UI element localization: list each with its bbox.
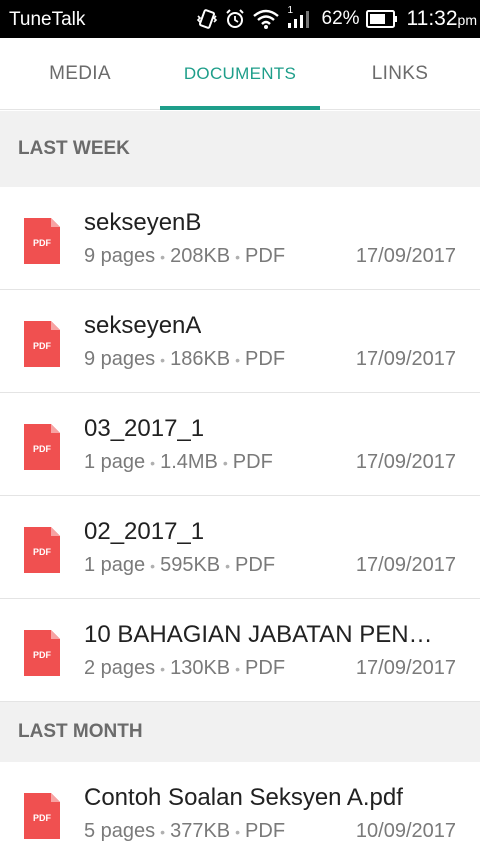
file-date: 17/09/2017 xyxy=(355,451,456,473)
list-item[interactable]: PDF Contoh Soalan Seksyen A.pdf 5 pages •… xyxy=(0,762,480,854)
file-type: PDF xyxy=(245,820,286,842)
status-icons: 1 62% 11:32pm xyxy=(196,0,480,38)
file-date: 17/09/2017 xyxy=(355,657,456,679)
pdf-icon-label: PDF xyxy=(33,813,52,823)
file-date: 17/09/2017 xyxy=(355,554,456,576)
battery-icon xyxy=(365,10,398,28)
tab-links[interactable]: LINKS xyxy=(320,38,480,109)
file-size: 377KB xyxy=(170,820,231,842)
page-count: 1 page xyxy=(84,451,146,473)
list-item[interactable]: PDF sekseyenB 9 pages • 208KB • PDF 17/09/20… xyxy=(0,187,480,290)
file-meta: 2 pages • 130KB • PDF xyxy=(84,657,286,679)
wifi-icon xyxy=(252,8,280,30)
pdf-icon-label: PDF xyxy=(33,444,52,454)
file-name: 02_2017_1 xyxy=(84,518,205,545)
signal-icon: 1 xyxy=(286,5,310,30)
file-type: PDF xyxy=(232,451,273,473)
clock-time: 11:32 xyxy=(406,7,458,30)
file-type: PDF xyxy=(245,348,286,370)
battery-percent: 62% xyxy=(321,8,360,29)
page-count: 1 page xyxy=(84,554,146,576)
file-meta: 1 page • 1.4MB • PDF xyxy=(84,451,273,473)
page-count: 2 pages xyxy=(84,657,156,679)
file-date: 10/09/2017 xyxy=(355,820,456,842)
file-meta: 1 page • 595KB • PDF xyxy=(84,554,276,576)
pdf-file-icon: PDF xyxy=(24,793,60,839)
clock-ampm: pm xyxy=(457,12,477,28)
list-item[interactable]: PDF 03_2017_1 1 page • 1.4MB • PDF 17/09/201… xyxy=(0,393,480,496)
pdf-icon-label: PDF xyxy=(33,650,52,660)
file-name: 03_2017_1 xyxy=(84,415,205,442)
file-date: 17/09/2017 xyxy=(355,348,456,370)
file-size: 1.4MB xyxy=(160,451,218,473)
tab-documents[interactable]: DOCUMENTS xyxy=(160,38,320,110)
section-header-last-month: LAST MONTH xyxy=(0,702,480,762)
file-name: Contoh Soalan Seksyen A.pdf xyxy=(84,784,403,811)
carrier-name: TuneTalk xyxy=(9,9,86,30)
pdf-icon-label: PDF xyxy=(33,238,52,248)
file-name: 10 BAHAGIAN JABATAN PEN… xyxy=(84,621,433,648)
file-name: sekseyenB xyxy=(84,209,202,236)
clock: 11:32pm xyxy=(407,7,477,31)
file-meta: 9 pages • 186KB • PDF xyxy=(84,348,286,370)
file-meta: 5 pages • 377KB • PDF xyxy=(84,820,286,842)
pdf-file-icon: PDF xyxy=(24,424,60,470)
signal-label: 1 xyxy=(287,5,294,16)
file-name: sekseyenA xyxy=(84,312,202,339)
file-date: 17/09/2017 xyxy=(355,245,456,267)
pdf-icon-label: PDF xyxy=(33,547,52,557)
file-type: PDF xyxy=(235,554,276,576)
file-size: 595KB xyxy=(160,554,221,576)
file-size: 186KB xyxy=(170,348,231,370)
vibrate-icon xyxy=(196,8,218,30)
page-count: 9 pages xyxy=(84,348,156,370)
page-count: 9 pages xyxy=(84,245,156,267)
list-item[interactable]: PDF sekseyenA 9 pages • 186KB • PDF 17/09/20… xyxy=(0,290,480,393)
status-bar: TuneTalk 1 62% 11:32pm xyxy=(0,0,480,38)
file-meta: 9 pages • 208KB • PDF xyxy=(84,245,286,267)
alarm-icon xyxy=(224,8,246,30)
file-type: PDF xyxy=(245,245,286,267)
file-size: 208KB xyxy=(170,245,231,267)
page-count: 5 pages xyxy=(84,820,156,842)
pdf-icon-label: PDF xyxy=(33,341,52,351)
list-item[interactable]: PDF 10 BAHAGIAN JABATAN PEN… 2 pages • 130… xyxy=(0,599,480,702)
pdf-file-icon: PDF xyxy=(24,321,60,367)
list-item[interactable]: PDF 02_2017_1 1 page • 595KB • PDF 17/09/201… xyxy=(0,496,480,599)
pdf-file-icon: PDF xyxy=(24,218,60,264)
file-type: PDF xyxy=(245,657,286,679)
tab-bar: MEDIA DOCUMENTS LINKS xyxy=(0,38,480,110)
tab-media[interactable]: MEDIA xyxy=(0,38,160,109)
file-size: 130KB xyxy=(170,657,231,679)
pdf-file-icon: PDF xyxy=(24,630,60,676)
pdf-file-icon: PDF xyxy=(24,527,60,573)
section-header-last-week: LAST WEEK xyxy=(0,111,480,187)
